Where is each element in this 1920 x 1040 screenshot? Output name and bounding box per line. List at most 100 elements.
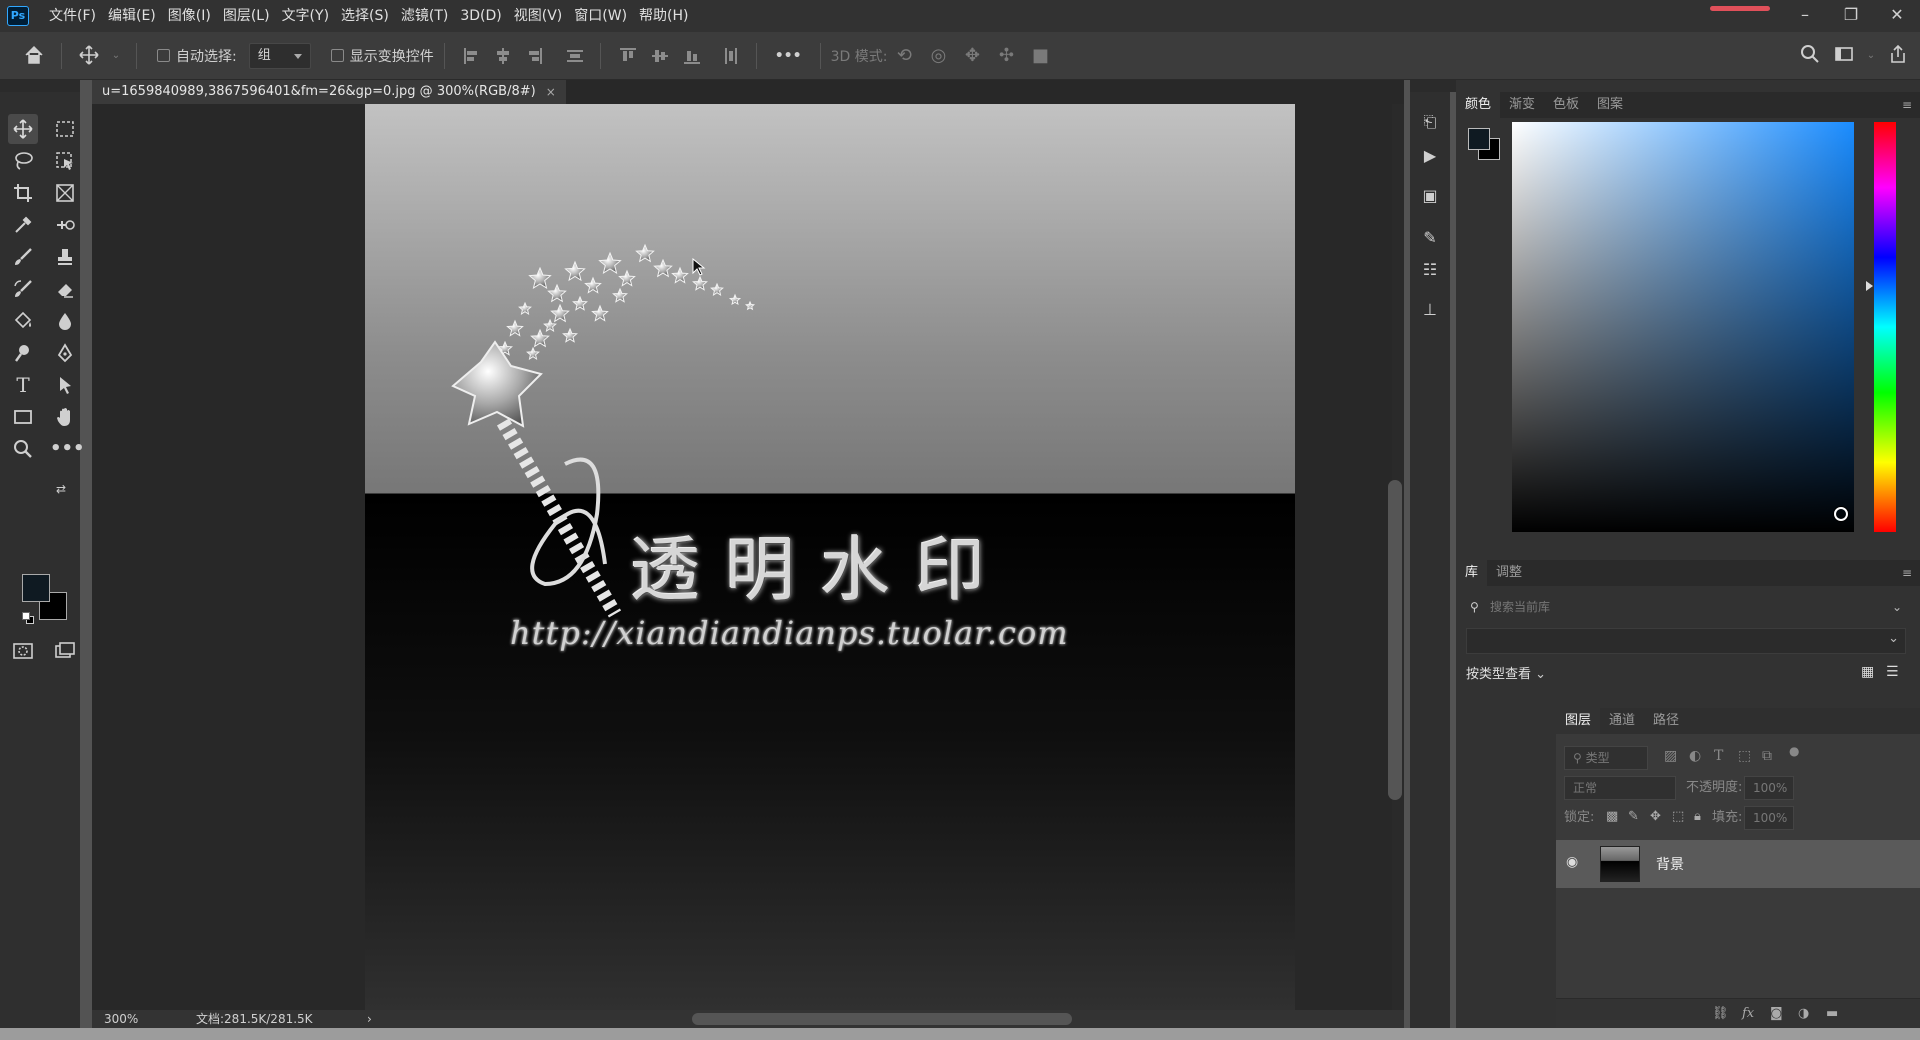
crop-tool[interactable] [8, 178, 38, 208]
restore-button[interactable]: ❐ [1828, 0, 1874, 32]
layer-mask-icon[interactable]: ◙ [1770, 1006, 1783, 1021]
pixel-filter-icon[interactable]: ▨ [1664, 748, 1677, 764]
blur-tool[interactable] [50, 306, 80, 336]
shape-filter-icon[interactable]: ⬚ [1738, 748, 1751, 764]
fill-input[interactable]: 100% [1744, 806, 1794, 830]
chevron-down-icon[interactable]: ⌄ [1866, 44, 1876, 68]
status-menu-arrow[interactable]: › [367, 1010, 372, 1028]
menu-3d[interactable]: 3D(D) [454, 0, 507, 32]
tab-layers[interactable]: 图层 [1556, 708, 1601, 734]
align-hcenter-icon[interactable] [496, 47, 510, 64]
move-tool-icon[interactable] [77, 44, 101, 68]
workspace-icon[interactable] [1832, 44, 1856, 68]
3d-roll-icon[interactable]: ◎ [926, 44, 950, 68]
history-panel-icon[interactable]: ⎗ [1418, 110, 1442, 134]
layer-row[interactable]: ◉ 背景 [1556, 840, 1920, 888]
foreground-color-swatch[interactable] [22, 574, 50, 602]
align-bottom-icon[interactable] [683, 48, 700, 64]
close-icon[interactable]: × [546, 80, 556, 104]
stamp-tool[interactable] [50, 242, 80, 272]
3d-pan-icon[interactable]: ✥ [960, 44, 984, 68]
frame-tool[interactable] [50, 178, 80, 208]
auto-select-checkbox[interactable] [157, 49, 170, 62]
lock-pixels-icon[interactable]: ✎ [1628, 809, 1639, 824]
eyedropper-tool[interactable] [8, 210, 38, 240]
library-select-dropdown[interactable]: ⌄ [1466, 628, 1906, 654]
lock-position-icon[interactable]: ✥ [1650, 809, 1661, 824]
more-icon[interactable]: ••• [775, 48, 802, 64]
screen-mode-button[interactable] [50, 636, 80, 666]
visibility-eye-icon[interactable]: ◉ [1566, 854, 1578, 870]
auto-select-dropdown[interactable]: 组 [248, 42, 311, 69]
marquee-tool[interactable] [50, 114, 80, 144]
smart-object-filter-icon[interactable]: ⧉ [1762, 748, 1772, 764]
adjustment-layer-icon[interactable]: ◑ [1798, 1006, 1809, 1021]
chevron-down-icon[interactable]: ⌄ [111, 44, 121, 68]
tab-channels[interactable]: 通道 [1600, 708, 1644, 734]
properties-panel-icon[interactable]: ▣ [1418, 184, 1442, 208]
share-icon[interactable] [1886, 44, 1910, 68]
menu-help[interactable]: 帮助(H) [633, 0, 694, 32]
zoom-level[interactable]: 300% [104, 1010, 138, 1028]
move-tool[interactable] [8, 114, 38, 144]
hue-slider-arrow[interactable] [1866, 281, 1873, 291]
layer-filter-dropdown[interactable]: ⚲ 类型 [1564, 746, 1648, 770]
minimize-button[interactable]: – [1782, 0, 1828, 32]
chevron-down-icon[interactable]: ⌄ [1892, 594, 1902, 620]
pen-tool[interactable] [50, 338, 80, 368]
dodge-tool[interactable] [8, 338, 38, 368]
distribute-icon[interactable] [566, 48, 583, 64]
distribute-vertical-icon[interactable] [723, 47, 737, 64]
healing-tool[interactable] [50, 210, 80, 240]
quick-mask-button[interactable] [8, 636, 38, 666]
image-canvas[interactable]: 透明水印 http://xiandiandianps.tuolar.com [365, 104, 1295, 1010]
path-select-tool[interactable] [50, 370, 80, 400]
swap-colors-icon[interactable]: ⇄ [56, 482, 70, 496]
toolbar-collapse-strip[interactable] [0, 80, 80, 92]
align-top-icon[interactable] [619, 47, 636, 64]
3d-orbit-icon[interactable]: ⟲ [892, 44, 916, 68]
tab-color[interactable]: 颜色 [1456, 92, 1501, 118]
hue-slider[interactable] [1874, 122, 1896, 532]
clone-source-icon[interactable]: ⊥ [1418, 298, 1442, 322]
menu-type[interactable]: 文字(Y) [276, 0, 335, 32]
menu-view[interactable]: 视图(V) [508, 0, 569, 32]
lock-transparent-icon[interactable]: ▩ [1606, 809, 1618, 824]
adjustments-sliders-icon[interactable]: ☷ [1418, 258, 1442, 282]
show-transform-checkbox[interactable] [330, 49, 344, 62]
link-layers-icon[interactable]: ⛓ [1712, 1006, 1729, 1021]
color-picker-field[interactable] [1512, 122, 1854, 532]
panel-menu-icon[interactable]: ≡ [1902, 98, 1912, 112]
filter-toggle-icon[interactable]: ● [1789, 744, 1799, 758]
fx-icon[interactable]: fx [1742, 1006, 1754, 1021]
lasso-tool[interactable] [8, 146, 38, 176]
home-icon[interactable] [22, 44, 46, 68]
default-colors-icon[interactable] [22, 612, 34, 624]
tab-swatches[interactable]: 色板 [1544, 92, 1588, 118]
brush-tool[interactable] [8, 242, 38, 272]
menu-select[interactable]: 选择(S) [335, 0, 395, 32]
menu-layer[interactable]: 图层(L) [217, 0, 276, 32]
grid-view-icon[interactable]: ▦ [1861, 664, 1874, 680]
paint-bucket-tool[interactable] [8, 306, 38, 336]
3d-camera-icon[interactable]: ■ [1028, 44, 1052, 68]
object-select-tool[interactable] [50, 146, 80, 176]
brush-settings-icon[interactable]: ✎ [1418, 226, 1442, 250]
menu-window[interactable]: 窗口(W) [568, 0, 633, 32]
list-view-icon[interactable]: ☰ [1886, 664, 1899, 680]
actions-play-icon[interactable]: ▶ [1418, 144, 1442, 168]
opacity-input[interactable]: 100% [1744, 776, 1794, 800]
tab-adjustments[interactable]: 调整 [1487, 560, 1531, 586]
menu-image[interactable]: 图像(I) [162, 0, 217, 32]
history-brush-tool[interactable] [8, 274, 38, 304]
library-search-input[interactable]: ⚲ 搜索当前库 ⌄ [1466, 594, 1906, 620]
rectangle-tool[interactable] [8, 402, 38, 432]
tab-gradient[interactable]: 渐变 [1500, 92, 1544, 118]
hand-tool[interactable] [50, 402, 80, 432]
adjustment-filter-icon[interactable]: ◐ [1689, 748, 1701, 764]
more-tools-button[interactable]: ••• [50, 434, 85, 464]
align-left-icon[interactable] [463, 47, 478, 64]
3d-slide-icon[interactable]: ✣ [994, 44, 1018, 68]
view-by-type-dropdown[interactable]: 按类型查看 ⌄ [1466, 663, 1546, 682]
blend-mode-dropdown[interactable]: 正常 [1564, 776, 1676, 800]
